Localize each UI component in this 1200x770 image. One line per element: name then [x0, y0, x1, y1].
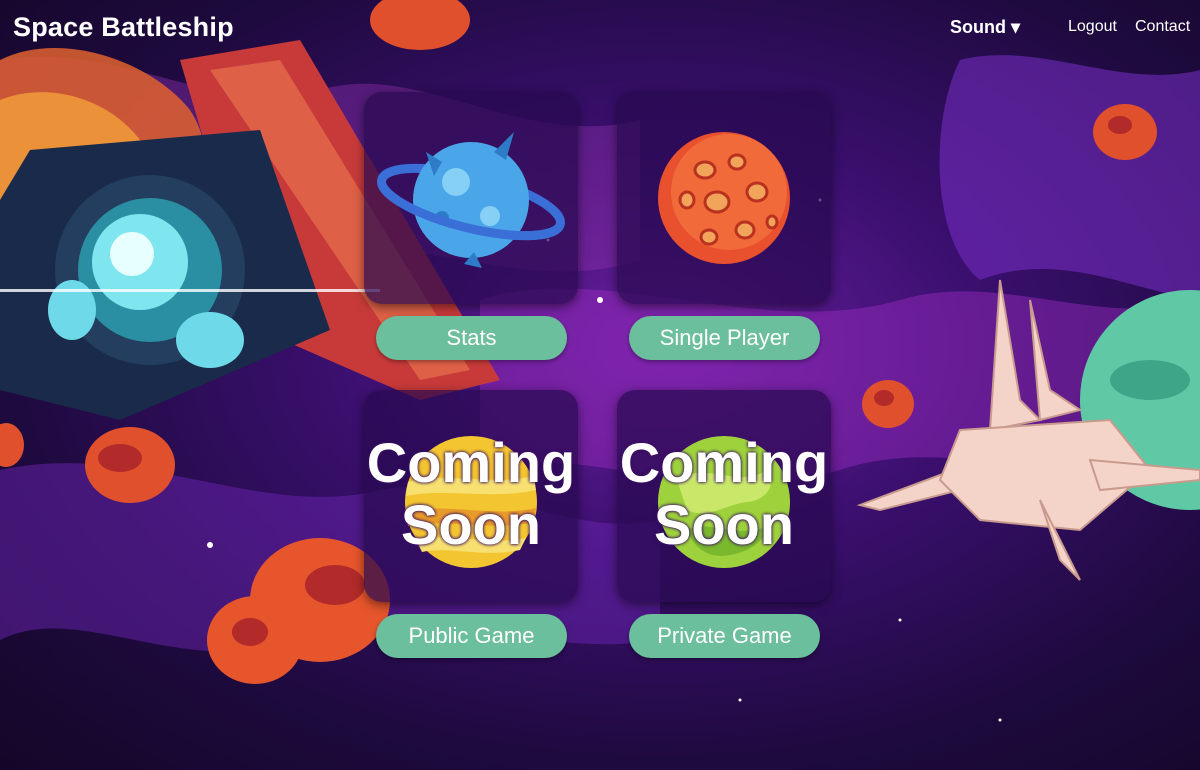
coming-soon-overlay: Coming Soon [619, 431, 829, 556]
private-game-button[interactable]: Private Game [629, 614, 820, 658]
space-background [0, 0, 1200, 722]
top-nav: Space Battleship Sound ▾ Logout Contact [0, 0, 1200, 56]
public-game-tile[interactable]: Coming Soon [364, 390, 578, 602]
blue-spiked-ringed-planet-icon [377, 132, 565, 268]
single-player-tile[interactable] [617, 92, 831, 304]
stats-button[interactable]: Stats [376, 316, 567, 360]
contact-link[interactable]: Contact [1135, 18, 1190, 36]
red-cratered-planet-icon [658, 132, 790, 264]
stats-tile[interactable] [364, 92, 578, 304]
private-game-tile[interactable]: Coming Soon [617, 390, 831, 602]
single-player-button[interactable]: Single Player [629, 316, 820, 360]
public-game-button[interactable]: Public Game [376, 614, 567, 658]
app-title[interactable]: Space Battleship [13, 12, 234, 43]
coming-soon-overlay: Coming Soon [366, 431, 576, 556]
logout-link[interactable]: Logout [1068, 18, 1117, 36]
sound-dropdown[interactable]: Sound ▾ [950, 17, 1020, 38]
